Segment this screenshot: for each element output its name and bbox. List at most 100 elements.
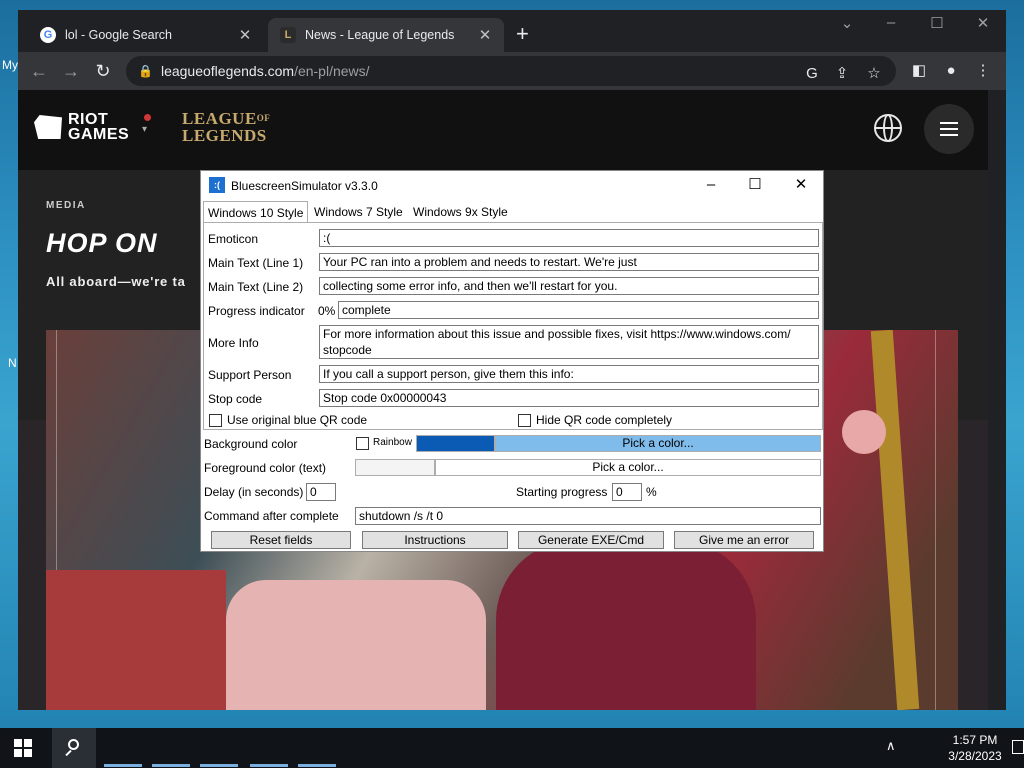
progress-percent-prefix: 0% — [318, 304, 336, 318]
profile-icon[interactable]: ● — [938, 58, 964, 84]
chevron-up-icon[interactable]: ∧ — [886, 738, 896, 754]
support-person-input[interactable]: If you call a support person, give them … — [319, 365, 819, 383]
delay-input[interactable]: 0 — [306, 483, 336, 501]
windows-start-icon[interactable] — [14, 739, 32, 757]
close-icon[interactable]: ✕ — [236, 26, 254, 44]
taskbar-app-indicator[interactable] — [200, 764, 238, 767]
chevron-down-icon[interactable]: ▾ — [142, 124, 147, 135]
riot-games-logo[interactable]: RIOT GAMES — [34, 111, 130, 143]
percent-sign: % — [646, 485, 657, 499]
address-bar[interactable]: 🔒 leagueoflegends.com/en-pl/news/ G ⇪ ☆ — [126, 56, 896, 86]
background-color-swatch[interactable] — [416, 435, 495, 452]
foreground-color-swatch[interactable] — [355, 459, 435, 476]
emoticon-label: Emoticon — [208, 232, 259, 246]
command-after-complete-input[interactable]: shutdown /s /t 0 — [355, 507, 821, 525]
main-text-line2-input[interactable]: collecting some error info, and then we'… — [319, 277, 819, 295]
hero-kicker: MEDIA — [46, 200, 86, 211]
close-icon[interactable]: ✕ — [779, 176, 823, 194]
minimize-icon[interactable]: – — [689, 176, 733, 194]
reload-icon[interactable]: ↻ — [90, 58, 116, 84]
google-icon: G — [40, 27, 56, 43]
progress-indicator-label: Progress indicator — [208, 304, 305, 318]
background-color-label: Background color — [204, 437, 298, 451]
tab-windows-7-style[interactable]: Windows 7 Style — [310, 203, 407, 223]
give-me-an-error-button[interactable]: Give me an error — [674, 531, 814, 549]
desktop-label-my: My — [2, 58, 18, 72]
close-window-icon[interactable]: ✕ — [960, 14, 1006, 32]
taskbar: ∧ 1:57 PM 3/28/2023 — [0, 728, 1024, 768]
starting-progress-label: Starting progress — [516, 485, 608, 499]
taskbar-app-indicator[interactable] — [250, 764, 288, 767]
more-info-label: More Info — [208, 336, 259, 350]
bluescreen-simulator-window: :( BluescreenSimulator v3.3.0 – ☐ ✕ Wind… — [200, 170, 824, 552]
main-text-line1-label: Main Text (Line 1) — [208, 256, 304, 270]
menu-dots-icon[interactable]: ⋮ — [970, 58, 996, 84]
main-text-line1-input[interactable]: Your PC ran into a problem and needs to … — [319, 253, 819, 271]
notification-center-icon[interactable] — [1012, 740, 1024, 754]
bss-window-title: BluescreenSimulator v3.3.0 — [231, 179, 378, 193]
hide-qr-label: Hide QR code completely — [536, 413, 673, 427]
hero-title[interactable]: HOP ON — [46, 228, 158, 259]
rainbow-checkbox[interactable] — [356, 437, 369, 450]
league-of-legends-logo[interactable]: LEAGUEOF LEGENDS — [182, 110, 270, 144]
generate-exe-cmd-button[interactable]: Generate EXE/Cmd — [518, 531, 664, 549]
search-icon[interactable] — [52, 728, 96, 768]
tab-league-news[interactable]: L News - League of Legends ✕ — [268, 18, 504, 52]
maximize-icon[interactable]: ☐ — [914, 14, 960, 32]
hero-subtitle: All aboard—we're ta — [46, 274, 186, 289]
use-blue-qr-checkbox[interactable] — [209, 414, 222, 427]
url-domain: leagueoflegends.com — [160, 63, 295, 79]
bookmark-star-icon[interactable]: ☆ — [860, 60, 888, 88]
google-lens-icon[interactable]: G — [798, 60, 826, 88]
tab-label: lol - Google Search — [65, 28, 173, 42]
clock-time: 1:57 PM — [952, 733, 998, 747]
desktop-label-n: N — [8, 356, 17, 370]
back-icon[interactable]: ← — [26, 58, 52, 84]
stop-code-input[interactable]: Stop code 0x00000043 — [319, 389, 819, 407]
tab-windows-9x-style[interactable]: Windows 9x Style — [409, 203, 512, 223]
emoticon-input[interactable]: :( — [319, 229, 819, 247]
taskbar-app-indicator[interactable] — [152, 764, 190, 767]
tab-windows-10-style[interactable]: Windows 10 Style — [203, 201, 309, 224]
main-text-line2-label: Main Text (Line 2) — [208, 280, 304, 294]
riot-header: RIOT GAMES ▾ LEAGUEOF LEGENDS — [18, 90, 988, 170]
instructions-button[interactable]: Instructions — [362, 531, 508, 549]
clock-date: 3/28/2023 — [948, 749, 1002, 763]
tab-google-search[interactable]: G lol - Google Search ✕ — [28, 18, 264, 52]
bss-title-bar[interactable]: :( BluescreenSimulator v3.3.0 – ☐ ✕ — [201, 171, 823, 201]
hide-qr-checkbox[interactable] — [518, 414, 531, 427]
tab-label: News - League of Legends — [305, 28, 455, 42]
bss-tab-strip: Windows 10 Style Windows 7 Style Windows… — [201, 201, 823, 224]
riot-logo-text: RIOT GAMES — [68, 111, 130, 143]
background-pick-color-button[interactable]: Pick a color... — [495, 435, 821, 452]
tab-search-icon[interactable]: ⌄ — [824, 14, 870, 32]
reset-fields-button[interactable]: Reset fields — [211, 531, 351, 549]
globe-icon[interactable] — [874, 114, 902, 142]
foreground-pick-color-button[interactable]: Pick a color... — [435, 459, 821, 476]
minimize-icon[interactable]: – — [868, 14, 914, 31]
close-icon[interactable]: ✕ — [476, 26, 494, 44]
notification-dot — [144, 114, 151, 121]
lock-icon: 🔒 — [138, 64, 153, 78]
browser-toolbar: ← → ↻ 🔒 leagueoflegends.com/en-pl/news/ … — [18, 52, 1006, 90]
taskbar-app-indicator[interactable] — [298, 764, 336, 767]
starting-progress-input[interactable]: 0 — [612, 483, 642, 501]
new-tab-icon[interactable]: + — [516, 23, 529, 45]
use-blue-qr-label: Use original blue QR code — [227, 413, 368, 427]
foreground-color-label: Foreground color (text) — [204, 461, 327, 475]
taskbar-app-indicator[interactable] — [104, 764, 142, 767]
hamburger-menu-button[interactable] — [924, 104, 974, 154]
lol-logo-line2: LEGENDS — [182, 126, 267, 145]
system-clock[interactable]: 1:57 PM 3/28/2023 — [940, 732, 1010, 764]
stop-code-label: Stop code — [208, 392, 263, 406]
forward-icon[interactable]: → — [58, 58, 84, 84]
maximize-icon[interactable]: ☐ — [733, 176, 777, 194]
share-icon[interactable]: ⇪ — [828, 60, 856, 88]
windows-10-settings-panel: Emoticon :( Main Text (Line 1) Your PC r… — [203, 222, 823, 430]
league-icon: L — [280, 27, 296, 43]
delay-label: Delay (in seconds) — [204, 485, 304, 499]
side-panel-icon[interactable]: ◧ — [906, 58, 932, 84]
progress-indicator-input[interactable]: complete — [338, 301, 819, 319]
url-path: /en-pl/news/ — [294, 63, 370, 79]
more-info-input[interactable]: For more information about this issue an… — [319, 325, 819, 359]
